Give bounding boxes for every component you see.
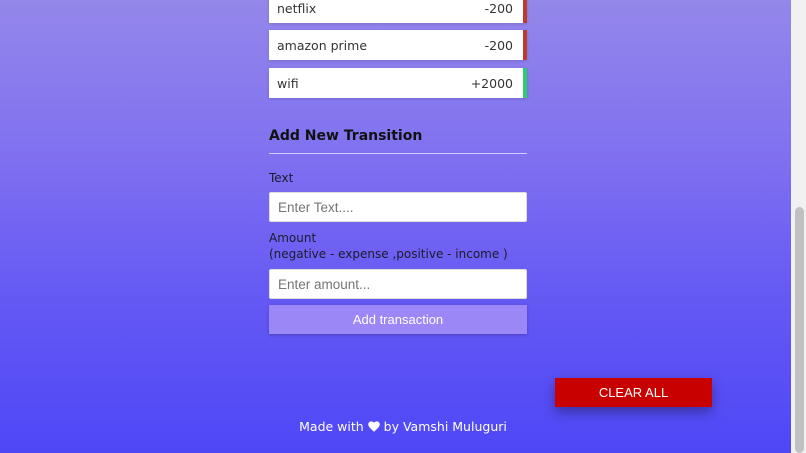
clear-all-button[interactable]: CLEAR ALL: [555, 378, 712, 407]
add-transaction-button[interactable]: Add transaction: [269, 305, 527, 334]
divider: [269, 153, 527, 154]
transaction-text: wifi: [277, 75, 299, 91]
transaction-amount: -200: [484, 37, 513, 53]
text-input[interactable]: [269, 192, 527, 222]
footer: Made with by Vamshi Muluguri: [0, 419, 806, 435]
transaction-item[interactable]: amazon prime -200: [269, 30, 527, 60]
footer-prefix: Made with: [299, 419, 364, 434]
heart-icon: [367, 420, 380, 435]
scrollbar-thumb[interactable]: [795, 207, 804, 453]
transaction-text: amazon prime: [277, 37, 368, 53]
amount-input[interactable]: [269, 269, 527, 299]
section-title: Add New Transition: [269, 128, 423, 144]
transaction-amount: +2000: [470, 75, 513, 91]
amount-hint: (negative - expense ,positive - income ): [269, 247, 508, 261]
transaction-amount: -200: [484, 0, 513, 16]
transaction-text: netflix: [277, 0, 317, 16]
footer-suffix: by Vamshi Muluguri: [383, 419, 507, 434]
transaction-item[interactable]: netflix -200: [269, 0, 527, 23]
amount-label: Amount: [269, 231, 317, 245]
transaction-item[interactable]: wifi +2000: [269, 68, 527, 98]
scrollbar-track[interactable]: [791, 0, 806, 453]
text-label: Text: [269, 171, 294, 185]
